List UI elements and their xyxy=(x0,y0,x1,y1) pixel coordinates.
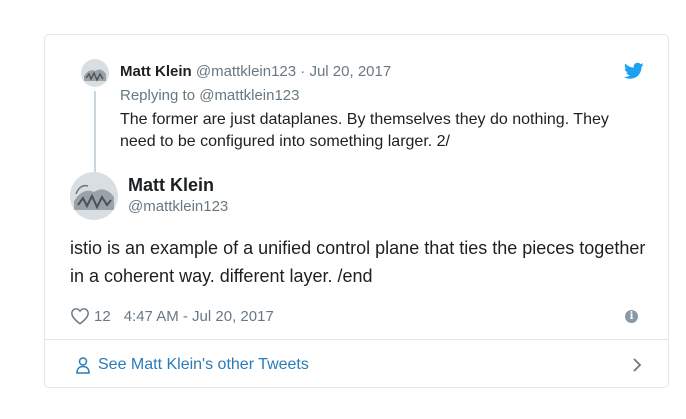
replying-to-label[interactable]: Replying to @mattklein123 xyxy=(120,87,300,104)
author-name[interactable]: Matt Klein xyxy=(128,175,214,196)
embedded-tweet-card: Matt Klein @mattklein123 · Jul 20, 2017 … xyxy=(44,34,669,388)
parent-tweet-date[interactable]: Jul 20, 2017 xyxy=(309,63,391,80)
author-avatar[interactable] xyxy=(70,172,118,220)
parent-author-handle[interactable]: @mattklein123 xyxy=(196,63,296,80)
heart-icon[interactable] xyxy=(70,307,90,325)
twitter-bird-icon[interactable] xyxy=(624,62,644,80)
parent-tweet-text: The former are just dataplanes. By thems… xyxy=(120,111,609,150)
chevron-right-icon[interactable] xyxy=(632,358,642,372)
like-count[interactable]: 12 xyxy=(94,308,111,325)
tweet-footer[interactable]: See Matt Klein's other Tweets xyxy=(45,339,668,389)
parent-avatar[interactable] xyxy=(81,59,109,87)
parent-author-name[interactable]: Matt Klein xyxy=(120,63,192,80)
parent-tweet-header: Matt Klein @mattklein123 · Jul 20, 2017 xyxy=(120,63,391,81)
see-other-tweets-link[interactable]: See Matt Klein's other Tweets xyxy=(98,356,309,374)
author-handle[interactable]: @mattklein123 xyxy=(128,198,228,215)
tweet-meta: 12 4:47 AM - Jul 20, 2017 xyxy=(70,305,274,327)
person-icon xyxy=(76,357,90,374)
info-icon[interactable]: i xyxy=(625,310,638,323)
tweet-timestamp[interactable]: 4:47 AM - Jul 20, 2017 xyxy=(124,308,274,325)
parent-separator: · xyxy=(300,63,306,80)
tweet-text: istio is an example of a unified control… xyxy=(70,238,646,286)
